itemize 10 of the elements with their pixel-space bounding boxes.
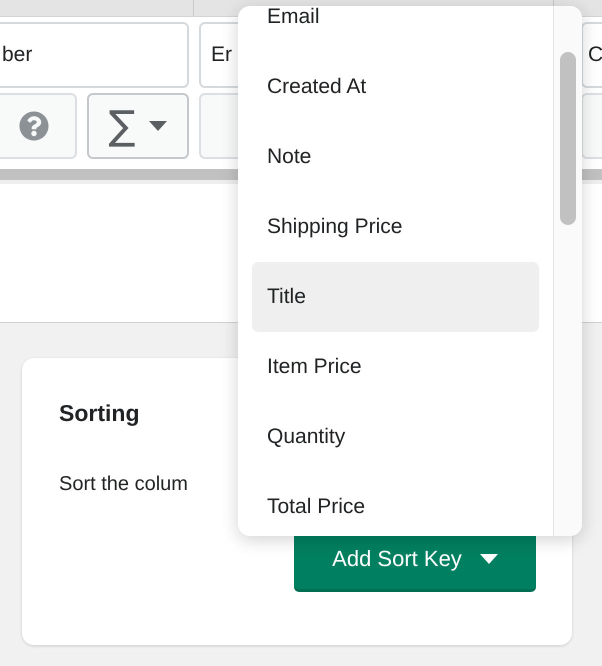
menu-item[interactable]: Title [252,262,539,332]
card-title: Sorting [59,400,140,427]
filter-field[interactable]: C [581,22,602,88]
scrollbar-thumb[interactable] [560,52,576,225]
caret-icon [480,554,498,564]
card-description: Sort the colum [59,473,189,496]
caret-icon [149,121,168,131]
filter-field[interactable]: ber [0,22,189,88]
aggregate-button[interactable]: ∑ [87,93,189,159]
help-icon[interactable] [18,111,48,141]
